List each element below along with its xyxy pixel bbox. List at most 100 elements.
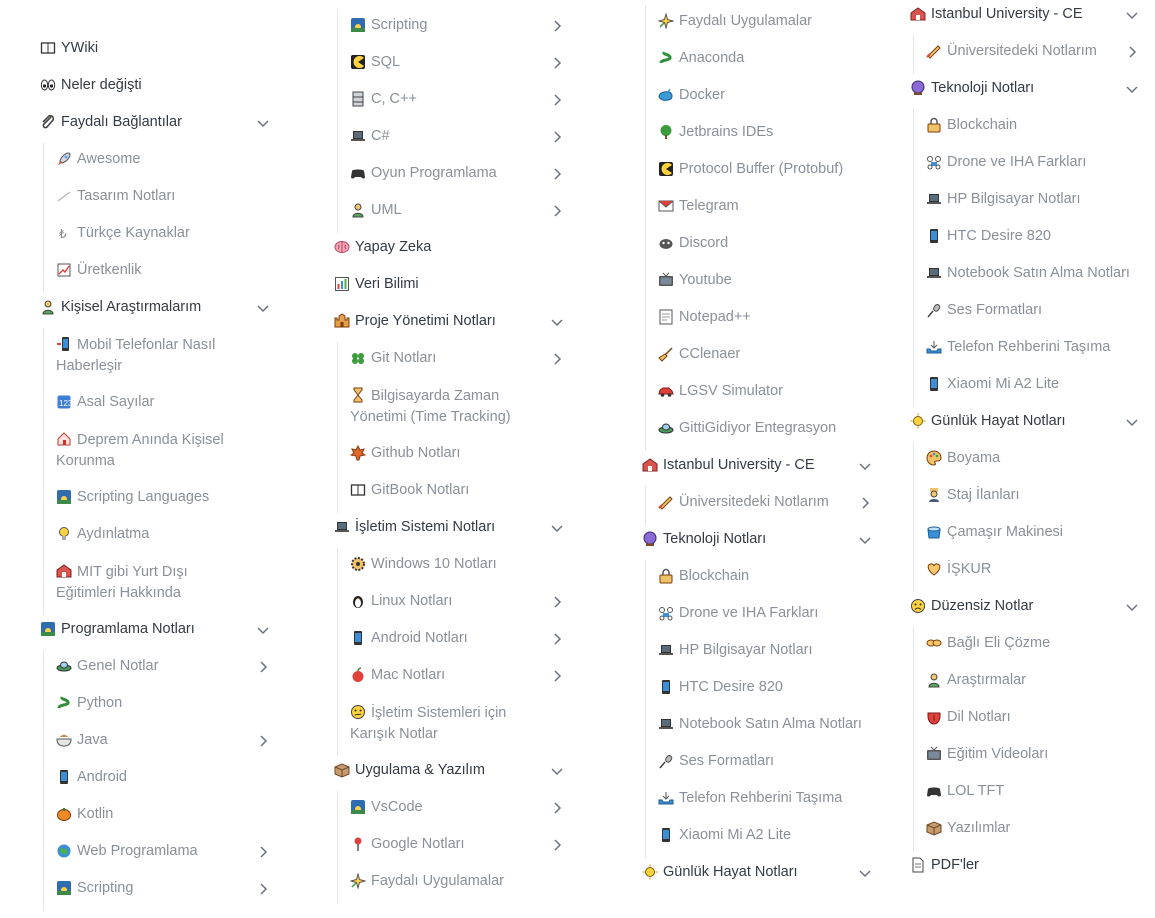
nav-sub-item[interactable]: Awesome xyxy=(56,149,250,170)
chevron-right-icon[interactable] xyxy=(549,55,565,71)
nav-sub-item[interactable]: Java xyxy=(56,730,250,751)
nav-sub-item[interactable]: Git Notları xyxy=(350,348,544,369)
nav-sub-item[interactable]: Jetbrains IDEs xyxy=(658,122,852,143)
nav-section-item[interactable]: Düzensiz Notlar xyxy=(910,596,1120,617)
chevron-down-icon[interactable] xyxy=(857,865,873,881)
chevron-right-icon[interactable] xyxy=(255,659,271,675)
chevron-down-icon[interactable] xyxy=(549,314,565,330)
nav-sub-item[interactable]: Bağlı Eli Çözme xyxy=(926,633,1120,654)
chevron-right-icon[interactable] xyxy=(1124,44,1140,60)
nav-sub-item[interactable]: Mac Notları xyxy=(350,665,544,686)
nav-sub-item[interactable]: Notebook Satın Alma Notları xyxy=(926,263,1130,284)
nav-sub-item[interactable]: Notepad++ xyxy=(658,307,852,328)
chevron-right-icon[interactable] xyxy=(549,800,565,816)
nav-sub-item[interactable]: Notebook Satın Alma Notları xyxy=(658,714,862,735)
nav-sub-item[interactable]: UML xyxy=(350,200,544,221)
nav-section-item[interactable]: Programlama Notları xyxy=(40,619,250,640)
nav-sub-item[interactable]: Youtube xyxy=(658,270,852,291)
nav-section-item[interactable]: YWiki xyxy=(40,38,250,59)
nav-sub-item[interactable]: Android xyxy=(56,767,250,788)
nav-sub-item[interactable]: Telegram xyxy=(658,196,852,217)
chevron-right-icon[interactable] xyxy=(255,881,271,897)
nav-sub-item[interactable]: Deprem Anında Kişisel Korunma xyxy=(56,429,250,472)
nav-sub-item[interactable]: LOL TFT xyxy=(926,781,1120,802)
nav-sub-item[interactable]: Blockchain xyxy=(926,115,1120,136)
nav-sub-item[interactable]: Google Notları xyxy=(350,834,544,855)
nav-sub-item[interactable]: Araştırmalar xyxy=(926,670,1120,691)
chevron-down-icon[interactable] xyxy=(1124,81,1140,97)
nav-sub-item[interactable]: Boyama xyxy=(926,448,1120,469)
nav-sub-item[interactable]: Kotlin xyxy=(56,804,250,825)
nav-sub-item[interactable]: Ses Formatları xyxy=(926,300,1120,321)
nav-sub-item[interactable]: Oyun Programlama xyxy=(350,163,544,184)
nav-sub-item[interactable]: Scripting xyxy=(56,878,250,899)
chevron-down-icon[interactable] xyxy=(549,763,565,779)
nav-sub-item[interactable]: ₺ Türkçe Kaynaklar xyxy=(56,223,250,244)
nav-sub-item[interactable]: HP Bilgisayar Notları xyxy=(658,640,852,661)
chevron-right-icon[interactable] xyxy=(549,351,565,367)
nav-sub-item[interactable]: GitBook Notları xyxy=(350,480,544,501)
chevron-down-icon[interactable] xyxy=(857,458,873,474)
nav-sub-item[interactable]: C, C++ xyxy=(350,89,544,110)
chevron-down-icon[interactable] xyxy=(1124,7,1140,23)
nav-sub-item[interactable]: Linux Notları xyxy=(350,591,544,612)
nav-sub-item[interactable]: Scripting Languages xyxy=(56,487,250,508)
chevron-down-icon[interactable] xyxy=(549,520,565,536)
nav-sub-item[interactable]: Staj İlanları xyxy=(926,485,1120,506)
nav-sub-item[interactable]: Discord xyxy=(658,233,852,254)
nav-sub-item[interactable]: Windows 10 Notları xyxy=(350,554,544,575)
nav-sub-item[interactable]: Bilgisayarda Zaman Yönetimi (Time Tracki… xyxy=(350,385,544,428)
nav-sub-item[interactable]: Üniversitedeki Notlarım xyxy=(926,41,1120,62)
nav-sub-item[interactable]: Faydalı Uygulamalar xyxy=(349,871,544,892)
chevron-right-icon[interactable] xyxy=(549,668,565,684)
nav-sub-item[interactable]: Aydınlatma xyxy=(56,524,250,545)
nav-sub-item[interactable]: Xiaomi Mi A2 Lite xyxy=(658,825,852,846)
chevron-down-icon[interactable] xyxy=(255,115,271,131)
nav-sub-item[interactable]: Eğitim Videoları xyxy=(926,744,1120,765)
nav-sub-item[interactable]: VsCode xyxy=(350,797,544,818)
nav-sub-item[interactable]: Faydalı Uygulamalar xyxy=(657,11,852,32)
nav-sub-item[interactable]: HTC Desire 820 xyxy=(926,226,1120,247)
nav-section-item[interactable]: Proje Yönetimi Notları xyxy=(334,311,544,332)
chevron-right-icon[interactable] xyxy=(549,18,565,34)
chevron-right-icon[interactable] xyxy=(549,92,565,108)
nav-sub-item[interactable]: Web Programlama xyxy=(56,841,250,862)
chevron-right-icon[interactable] xyxy=(255,844,271,860)
nav-sub-item[interactable]: Tasarım Notları xyxy=(56,186,250,207)
chevron-down-icon[interactable] xyxy=(857,532,873,548)
nav-section-item[interactable]: Teknoloji Notları xyxy=(642,529,852,550)
nav-sub-item[interactable]: Android Notları xyxy=(350,628,544,649)
nav-sub-item[interactable]: Python xyxy=(56,693,250,714)
nav-section-item[interactable]: Neler değişti xyxy=(40,75,250,96)
nav-sub-item[interactable]: Telefon Rehberini Taşıma xyxy=(926,337,1120,358)
nav-sub-item[interactable]: C# xyxy=(350,126,544,147)
nav-section-item[interactable]: Teknoloji Notları xyxy=(910,78,1120,99)
chevron-down-icon[interactable] xyxy=(255,622,271,638)
nav-sub-item[interactable]: Github Notları xyxy=(349,443,544,464)
chevron-down-icon[interactable] xyxy=(1124,414,1140,430)
nav-sub-item[interactable]: Drone ve IHA Farkları xyxy=(658,603,852,624)
nav-section-item[interactable]: PDF'ler xyxy=(910,855,1120,876)
chevron-right-icon[interactable] xyxy=(549,837,565,853)
chevron-right-icon[interactable] xyxy=(549,631,565,647)
nav-sub-item[interactable]: Anaconda xyxy=(658,48,852,69)
nav-sub-item[interactable]: SQL xyxy=(350,52,544,73)
nav-sub-item[interactable]: Blockchain xyxy=(658,566,852,587)
nav-section-item[interactable]: Yapay Zeka xyxy=(334,237,544,258)
chevron-down-icon[interactable] xyxy=(1124,599,1140,615)
nav-sub-item[interactable]: Protocol Buffer (Protobuf) xyxy=(658,159,852,180)
nav-sub-item[interactable]: Üretkenlik xyxy=(56,260,250,281)
nav-sub-item[interactable]: Yazılımlar xyxy=(926,818,1120,839)
nav-sub-item[interactable]: CClenaer xyxy=(658,344,852,365)
nav-sub-item[interactable]: Xiaomi Mi A2 Lite xyxy=(926,374,1120,395)
nav-section-item[interactable]: İşletim Sistemi Notları xyxy=(334,517,544,538)
nav-sub-item[interactable]: Scripting xyxy=(350,15,544,36)
nav-sub-item[interactable]: Telefon Rehberini Taşıma xyxy=(658,788,852,809)
nav-sub-item[interactable]: LGSV Simulator xyxy=(658,381,852,402)
nav-sub-item[interactable]: Çamaşır Makinesi xyxy=(926,522,1120,543)
nav-sub-item[interactable]: GittiGidiyor Entegrasyon xyxy=(658,418,852,439)
nav-sub-item[interactable]: HTC Desire 820 xyxy=(658,677,852,698)
chevron-right-icon[interactable] xyxy=(549,203,565,219)
chevron-right-icon[interactable] xyxy=(549,129,565,145)
nav-sub-item[interactable]: MIT gibi Yurt Dışı Eğitimleri Hakkında xyxy=(56,561,250,604)
